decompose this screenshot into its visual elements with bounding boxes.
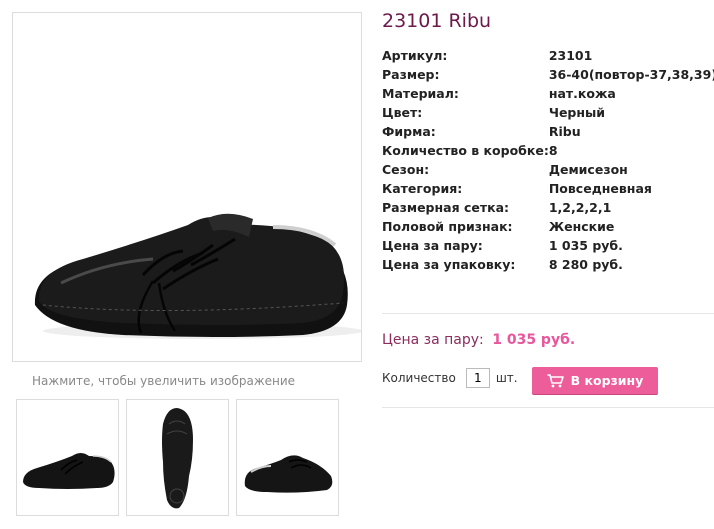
spec-label: Категория: <box>382 181 463 196</box>
thumbnail-sole-view[interactable] <box>126 399 229 516</box>
spec-label: Цвет: <box>382 105 423 120</box>
spec-row: Размерная сетка: 1,2,2,2,1 <box>382 198 714 217</box>
spec-label: Фирма: <box>382 124 436 139</box>
quantity-input[interactable] <box>465 368 490 388</box>
spec-value: Повседневная <box>548 181 652 196</box>
cart-button-label: В корзину <box>570 373 644 388</box>
spec-row: Сезон: Демисезон <box>382 160 714 179</box>
spec-label: Артикул: <box>382 48 448 63</box>
spec-label: Цена за упаковку: <box>382 257 516 272</box>
product-specs-table: Артикул: 23101 Размер: 36-40(повтор-37,38,3… <box>382 46 714 274</box>
spec-row: Цена за упаковку: 8 280 руб. <box>382 255 714 274</box>
spec-row: Фирма: Ribu <box>382 122 714 141</box>
spec-label: Размер: <box>382 67 440 82</box>
divider-top <box>382 313 714 314</box>
spec-row: Артикул: 23101 <box>382 46 714 65</box>
spec-row: Категория: Повседневная <box>382 179 714 198</box>
spec-row: Половой признак: Женские <box>382 217 714 236</box>
spec-value: 8 280 руб. <box>548 257 623 272</box>
spec-value: Ribu <box>548 124 581 139</box>
spec-label: Цена за пару: <box>382 238 483 253</box>
product-title: 23101 Ribu <box>382 10 492 32</box>
spec-value: Черный <box>548 105 606 120</box>
spec-value: 1,2,2,2,1 <box>548 200 612 215</box>
main-product-image[interactable] <box>12 12 362 362</box>
spec-row: Количество в коробке: 8 <box>382 141 714 160</box>
spec-value: 1 035 руб. <box>548 238 623 253</box>
spec-row: Цвет: Черный <box>382 103 714 122</box>
spec-row: Размер: 36-40(повтор-37,38,39) <box>382 65 714 84</box>
thumbnail-back-view[interactable] <box>236 399 339 516</box>
price-label: Цена за пару: <box>382 332 484 348</box>
price-value: 1 035 руб. <box>492 332 576 348</box>
spec-value: Женские <box>548 219 615 234</box>
spec-label: Половой признак: <box>382 219 513 234</box>
spec-value: 8 <box>548 143 558 158</box>
unit-label: шт. <box>495 371 518 385</box>
spec-row: Материал: нат.кожа <box>382 84 714 103</box>
spec-value: 23101 <box>548 48 593 63</box>
spec-value: Демисезон <box>548 162 628 177</box>
cart-icon <box>547 373 564 387</box>
zoom-hint: Нажмите, чтобы увеличить изображение <box>32 374 296 388</box>
spec-label: Количество в коробке: <box>382 143 549 158</box>
spec-label: Материал: <box>382 86 459 101</box>
thumbnail-side-view[interactable] <box>16 399 119 516</box>
quantity-label: Количество <box>382 371 456 385</box>
spec-label: Размерная сетка: <box>382 200 510 215</box>
add-to-cart-button[interactable]: В корзину <box>532 367 658 394</box>
spec-value: нат.кожа <box>548 86 616 101</box>
spec-value: 36-40(повтор-37,38,39) <box>548 67 714 82</box>
quantity-row: Количество шт. <box>382 368 518 388</box>
divider-bottom <box>382 407 714 408</box>
spec-label: Сезон: <box>382 162 430 177</box>
spec-row: Цена за пару: 1 035 руб. <box>382 236 714 255</box>
price-row: Цена за пару: 1 035 руб. <box>382 332 575 348</box>
